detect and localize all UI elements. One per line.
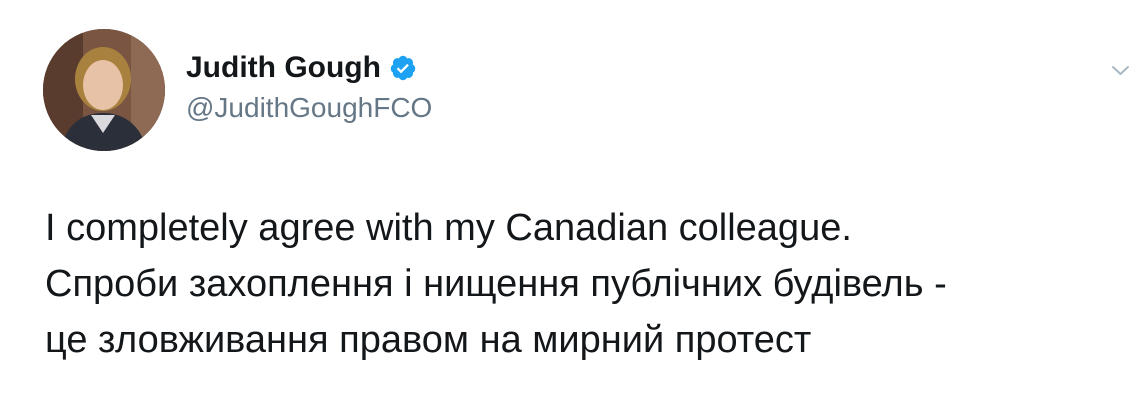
- tweet-text-line: це зловживання правом на мирний протест: [45, 319, 812, 361]
- tweet-text-line: Спроби захоплення і нищення публічних бу…: [45, 263, 947, 305]
- tweet-text: I completely agree with my Canadian coll…: [45, 200, 1125, 368]
- display-name[interactable]: Judith Gough: [186, 48, 381, 88]
- avatar[interactable]: [43, 29, 165, 151]
- verified-badge-icon: [390, 55, 416, 81]
- tweet-text-line: I completely agree with my Canadian coll…: [45, 207, 852, 249]
- avatar-photo: [43, 29, 165, 151]
- author-line: Judith Gough: [186, 48, 417, 88]
- user-handle[interactable]: @JudithGoughFCO: [186, 90, 432, 126]
- chevron-down-icon[interactable]: [1110, 60, 1131, 81]
- tweet-card: Judith Gough @JudithGoughFCO I completel…: [0, 0, 1131, 418]
